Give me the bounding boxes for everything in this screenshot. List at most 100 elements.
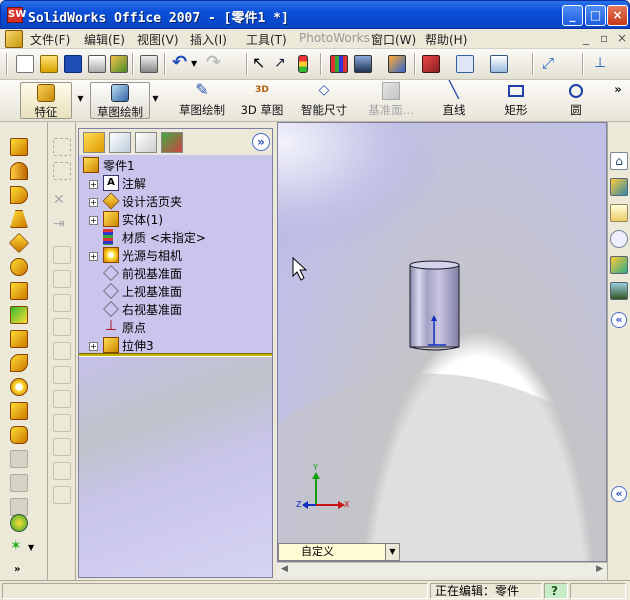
extruded-cut-icon[interactable] — [8, 232, 30, 254]
tree-item-solid-bodies[interactable]: 实体(1) — [122, 211, 163, 228]
sketch-tool-8-icon[interactable] — [53, 318, 71, 336]
shell-icon[interactable] — [10, 354, 28, 372]
sketch-tool-15-icon[interactable] — [53, 486, 71, 504]
property-manager-tab-icon[interactable] — [109, 132, 131, 153]
curves-icon[interactable]: ✶ — [10, 538, 28, 556]
options-icon[interactable] — [330, 55, 348, 73]
design-library-icon[interactable] — [610, 178, 628, 196]
menu-help[interactable]: 帮助(H) — [425, 31, 467, 48]
tree-item-top-plane[interactable]: 上视基准面 — [122, 283, 182, 300]
sketch-tool-1-icon[interactable] — [53, 138, 71, 156]
circle-command[interactable]: 圆 — [562, 82, 590, 118]
tree-expand-lights-cameras[interactable]: + — [89, 252, 98, 261]
app-menu-icon[interactable] — [5, 30, 23, 48]
reference-geometry-icon[interactable] — [10, 514, 28, 532]
collapse-task-pane-button[interactable]: « — [611, 312, 627, 328]
close-button[interactable]: × — [607, 5, 628, 26]
maximize-button[interactable]: □ — [585, 5, 606, 26]
curves-dropdown-icon[interactable]: ▼ — [28, 540, 38, 558]
sketch-tool-6-icon[interactable] — [53, 270, 71, 288]
view-palette-icon[interactable] — [610, 256, 628, 274]
trim-icon[interactable]: ✕ — [53, 192, 71, 210]
tree-root-part[interactable]: 零件1 — [103, 157, 135, 174]
measure-icon[interactable]: ⤢ — [542, 55, 560, 73]
doc-minimize-button[interactable]: _ — [583, 31, 589, 45]
tree-item-design-binder[interactable]: 设计活页夹 — [122, 193, 182, 210]
search-icon[interactable] — [610, 230, 628, 248]
hole-wizard-icon[interactable] — [10, 378, 28, 396]
reference-plane-command[interactable]: 基准面... — [362, 82, 420, 118]
file-explorer-icon[interactable] — [610, 204, 628, 222]
horizontal-scrollbar[interactable]: ◀ ▶ — [277, 562, 607, 578]
flex-icon[interactable] — [10, 474, 28, 492]
smart-dimension-command[interactable]: ◇ 智能尺寸 — [296, 82, 352, 118]
rebuild-traffic-light-icon[interactable] — [298, 55, 308, 73]
sketch-tool-7-icon[interactable] — [53, 294, 71, 312]
expand-task-pane-button[interactable]: « — [611, 486, 627, 502]
undo-dropdown-icon[interactable]: ▼ — [191, 55, 201, 73]
sketch-tool-10-icon[interactable] — [53, 366, 71, 384]
tree-item-front-plane[interactable]: 前视基准面 — [122, 265, 182, 282]
scroll-left-icon[interactable]: ◀ — [281, 564, 288, 574]
loft-boss-icon[interactable] — [10, 210, 28, 228]
sketch-tool-13-icon[interactable] — [53, 438, 71, 456]
sketch-dropdown-icon[interactable]: ▼ — [151, 94, 160, 103]
scroll-right-icon[interactable]: ▶ — [596, 564, 603, 574]
sketch-tab[interactable]: 草图绘制 — [90, 82, 150, 119]
toolbar-grip[interactable] — [6, 53, 8, 75]
configuration-manager-tab-icon[interactable] — [135, 132, 157, 153]
view-layout-icon[interactable] — [456, 55, 474, 73]
feature-tree-tab-icon[interactable] — [83, 132, 105, 153]
open-folder-icon[interactable] — [40, 55, 58, 73]
view-orientation-icon[interactable] — [354, 55, 372, 73]
features-dropdown-icon[interactable]: ▼ — [76, 94, 85, 103]
home-icon[interactable]: ⌂ — [610, 152, 628, 170]
revolve-boss-icon[interactable] — [10, 162, 28, 180]
menu-tools[interactable]: 工具(T) — [246, 31, 287, 48]
dimxpert-tab-icon[interactable] — [161, 132, 183, 153]
line-command[interactable]: ╲ 直线 — [436, 82, 472, 118]
save-icon[interactable] — [64, 55, 82, 73]
tree-expand-annotations[interactable]: + — [89, 180, 98, 189]
doc-restore-button[interactable]: ▫ — [600, 31, 608, 45]
solidworks-logo-icon[interactable]: SW — [7, 7, 26, 23]
menu-insert[interactable]: 插入(I) — [190, 31, 227, 48]
print-icon[interactable] — [140, 55, 158, 73]
menu-window[interactable]: 窗口(W) — [371, 31, 416, 48]
new-document-icon[interactable] — [16, 55, 34, 73]
expand-pane-button[interactable]: » — [252, 133, 270, 151]
select-filter-icon[interactable]: ↗ — [274, 55, 292, 73]
toolbar-more-icon[interactable]: » — [14, 562, 28, 580]
tree-item-lights-cameras[interactable]: 光源与相机 — [122, 247, 182, 264]
make-assembly-icon[interactable] — [110, 55, 128, 73]
mirror-icon[interactable] — [10, 426, 28, 444]
features-tab[interactable]: 特征 — [20, 82, 72, 119]
taskpane-icon[interactable] — [490, 55, 508, 73]
tree-item-extrude3[interactable]: 拉伸3 — [122, 337, 154, 354]
tree-expand-extrude3[interactable]: + — [89, 342, 98, 351]
sketch-tool-5-icon[interactable] — [53, 246, 71, 264]
graphics-area[interactable]: Y X Z — [277, 122, 607, 562]
tree-expand-design-binder[interactable]: + — [89, 198, 98, 207]
sweep-boss-icon[interactable] — [10, 186, 28, 204]
tree-item-origin[interactable]: 原点 — [122, 319, 146, 336]
undo-icon[interactable]: ↶ — [172, 54, 190, 73]
tree-expand-solid-bodies[interactable]: + — [89, 216, 98, 225]
redo-icon[interactable]: ↷ — [206, 54, 224, 73]
extrude-boss-icon[interactable] — [10, 138, 28, 156]
help-icon[interactable]: ? — [544, 583, 568, 599]
make-drawing-icon[interactable] — [88, 55, 106, 73]
tree-item-material[interactable]: 材质 <未指定> — [122, 229, 206, 246]
menu-photoworks[interactable]: PhotoWorks — [299, 31, 370, 45]
section-view-icon[interactable] — [388, 55, 406, 73]
chamfer-icon[interactable] — [10, 306, 28, 324]
appearances-icon[interactable] — [610, 282, 628, 300]
extend-icon[interactable]: ⇥ — [53, 216, 71, 234]
sketch-tool-2-icon[interactable] — [53, 162, 71, 180]
normal-to-icon[interactable]: ⊥ — [594, 55, 612, 73]
menu-view[interactable]: 视图(V) — [137, 31, 179, 48]
3d-sketch-command[interactable]: 3D 3D 草图 — [238, 82, 286, 118]
dome-icon[interactable] — [10, 450, 28, 468]
tree-item-annotations[interactable]: 注解 — [122, 175, 146, 192]
command-more-icon[interactable]: » — [611, 82, 625, 96]
